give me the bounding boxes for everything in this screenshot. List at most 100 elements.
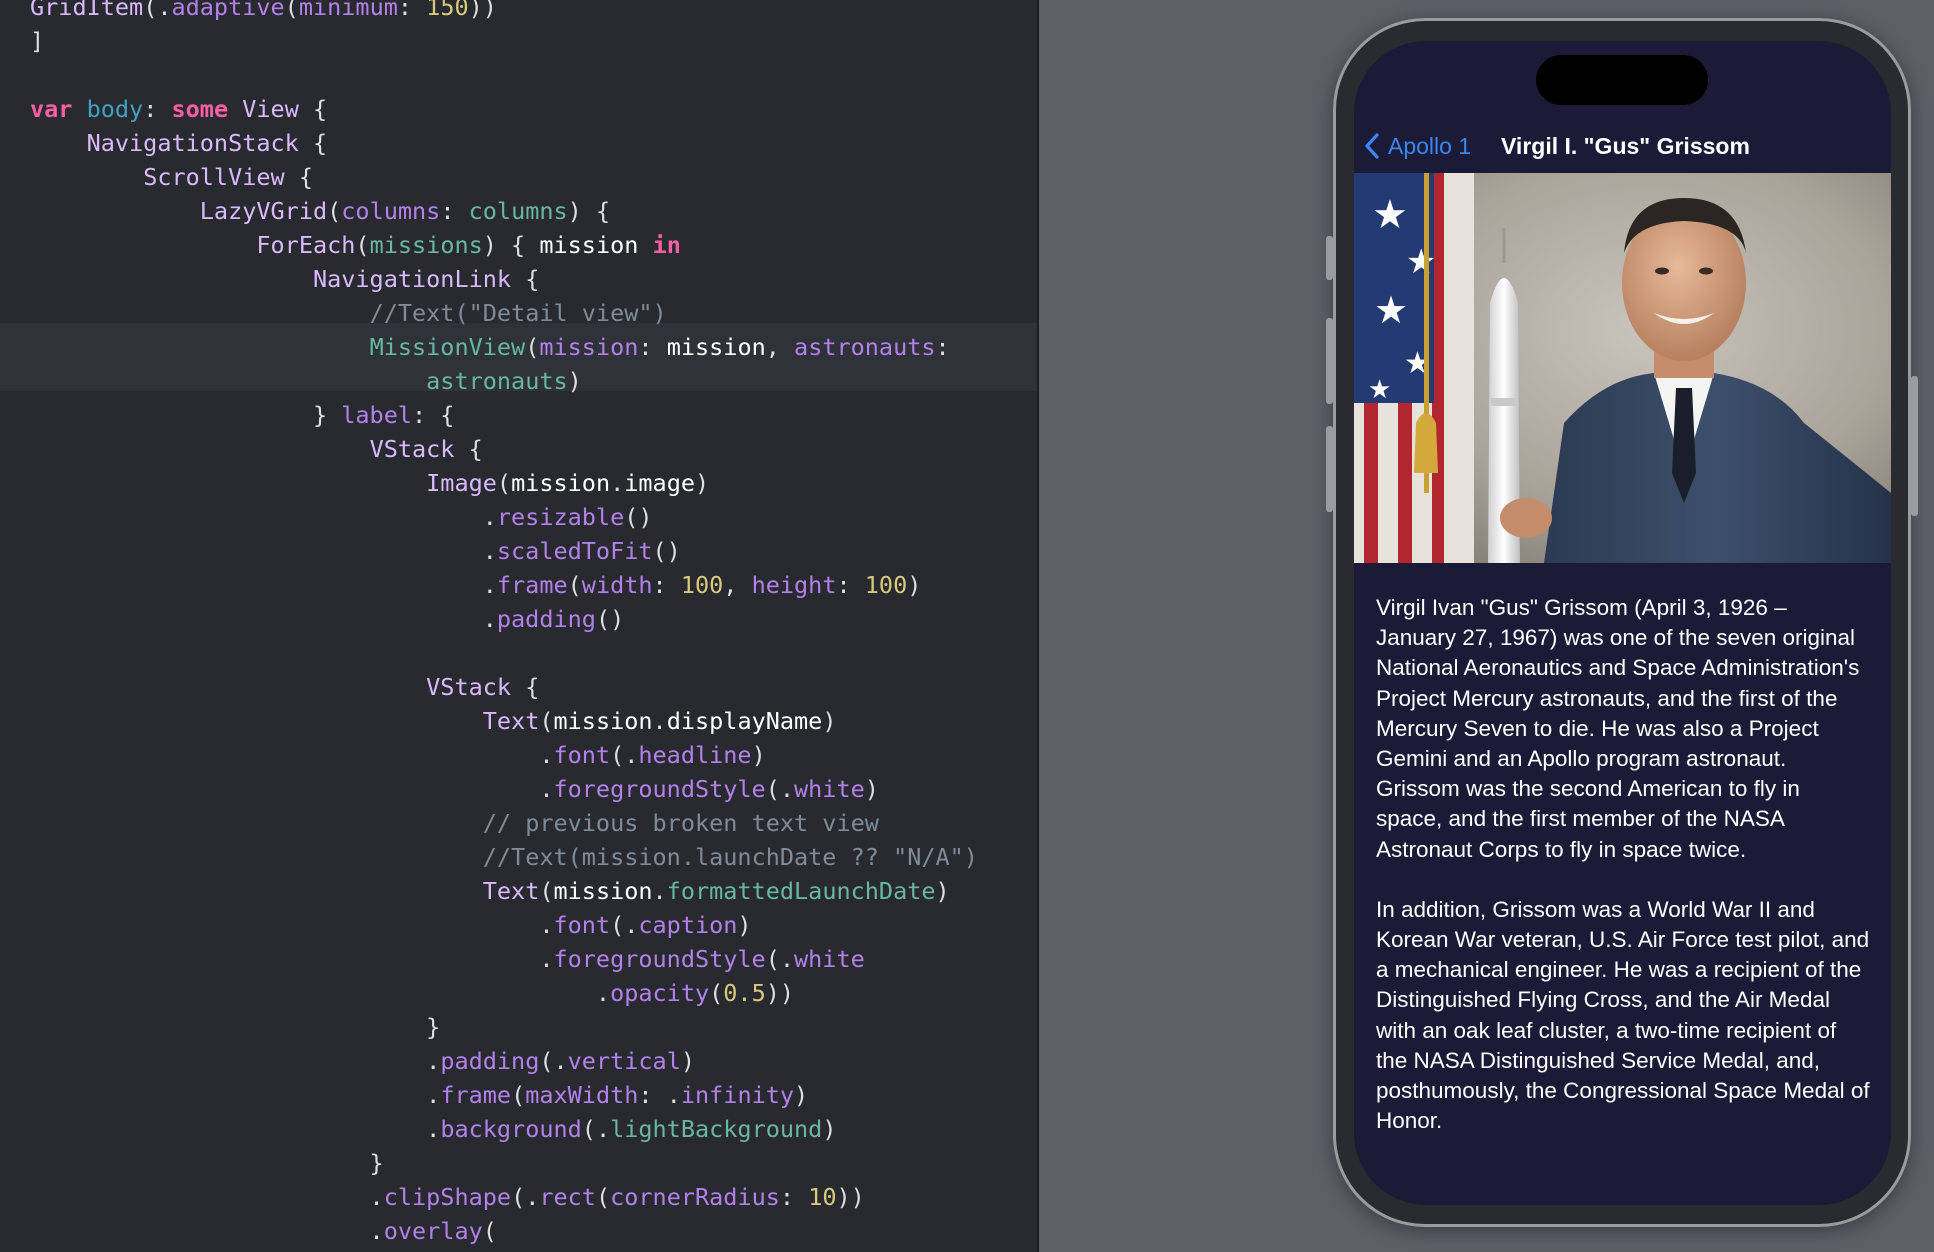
code-line[interactable]: .background(.lightBackground)	[30, 1112, 836, 1146]
code-token: (	[511, 1081, 526, 1109]
code-token: cornerRadius	[610, 1183, 780, 1211]
code-token: (	[327, 197, 342, 225]
volume-down-button[interactable]	[1326, 426, 1333, 512]
code-token: )	[680, 1047, 695, 1075]
code-line[interactable]: .scaledToFit()	[30, 534, 681, 568]
code-token: 10	[808, 1183, 837, 1211]
code-editor[interactable]: GridItem(.adaptive(minimum: 150))] var bo…	[0, 0, 1039, 1252]
code-line[interactable]: ScrollView {	[30, 160, 313, 194]
code-line[interactable]: .font(.caption)	[30, 908, 752, 942]
code-token: :	[638, 333, 667, 361]
code-token: .	[30, 979, 611, 1007]
code-line[interactable]: Image(mission.image)	[30, 466, 709, 500]
code-token: foregroundStyle	[553, 775, 766, 803]
code-token: mission	[539, 231, 639, 259]
code-token: missions	[369, 231, 483, 259]
navigation-bar: Apollo 1 Virgil I. "Gus" Grissom	[1354, 119, 1891, 173]
code-line[interactable]: var body: some View {	[30, 92, 327, 126]
code-line[interactable]: Text(mission.formattedLaunchDate)	[30, 874, 950, 908]
bio-paragraph: In addition, Grissom was a World War II …	[1376, 896, 1870, 1134]
code-token: astronauts	[426, 367, 568, 395]
code-token: ,	[765, 333, 795, 361]
code-line[interactable]: //Text(mission.launchDate ?? "N/A")	[30, 840, 978, 874]
code-token: height	[751, 571, 837, 599]
code-line[interactable]: }	[30, 1010, 440, 1044]
code-token: label	[341, 401, 413, 429]
code-line[interactable]: .clipShape(.rect(cornerRadius: 10))	[30, 1180, 865, 1214]
code-line[interactable]: .padding()	[30, 602, 625, 636]
code-line[interactable]: VStack {	[30, 670, 539, 704]
code-token: View	[242, 95, 299, 123]
code-token: adaptive	[171, 0, 285, 21]
code-token: )	[695, 469, 710, 497]
code-line[interactable]: .frame(maxWidth: .infinity)	[30, 1078, 808, 1112]
code-token: resizable	[496, 503, 625, 531]
code-token: rect	[539, 1183, 596, 1211]
code-line[interactable]: .foregroundStyle(.white)	[30, 772, 879, 806]
code-token: (	[539, 877, 554, 905]
code-line[interactable]: RoundedRectangle(cornerRadius: 10)	[30, 1248, 907, 1252]
code-token: frame	[496, 571, 568, 599]
code-line[interactable]: } label: {	[30, 398, 455, 432]
code-token: (.	[765, 945, 795, 973]
chevron-left-icon	[1365, 133, 1379, 159]
code-line[interactable]: //Text("Detail view")	[30, 296, 667, 330]
code-line[interactable]: GridItem(.adaptive(minimum: 150))	[30, 0, 497, 24]
code-line[interactable]: Text(mission.displayName)	[30, 704, 837, 738]
code-token: (	[709, 979, 724, 1007]
code-line[interactable]: .overlay(	[30, 1214, 497, 1248]
code-line[interactable]: VStack {	[30, 432, 483, 466]
code-line[interactable]: LazyVGrid(columns: columns) {	[30, 194, 610, 228]
action-button[interactable]	[1326, 236, 1333, 280]
code-line[interactable]: NavigationStack {	[30, 126, 328, 160]
nav-title: Virgil I. "Gus" Grissom	[1501, 133, 1750, 159]
code-line[interactable]: // previous broken text view	[30, 806, 879, 840]
code-token: {	[511, 265, 540, 293]
code-line[interactable]: ]	[30, 24, 44, 58]
bio-paragraph: Virgil Ivan "Gus" Grissom (April 3, 1926…	[1376, 595, 1860, 862]
code-token: ()	[624, 503, 653, 531]
code-line[interactable]: astronauts)	[30, 364, 582, 398]
code-line[interactable]: ForEach(missions) { mission in	[30, 228, 680, 262]
code-line[interactable]: MissionView(mission: mission, astronauts…	[30, 330, 950, 364]
code-line[interactable]: .font(.headline)	[30, 738, 766, 772]
code-token: (.	[610, 741, 639, 769]
back-button-label: Apollo 1	[1388, 132, 1472, 159]
code-token: foregroundStyle	[553, 945, 766, 973]
svg-text:★: ★	[1406, 242, 1436, 282]
code-token: .	[30, 503, 497, 531]
code-token: caption	[638, 911, 738, 939]
code-token: :	[779, 1183, 809, 1211]
code-token: 100	[864, 571, 908, 599]
code-token: )	[751, 741, 766, 769]
code-token: mission	[511, 469, 611, 497]
back-button[interactable]: Apollo 1	[1364, 119, 1471, 173]
code-token: .	[30, 911, 554, 939]
simulator-screen[interactable]: Apollo 1 Virgil I. "Gus" Grissom ★ ★ ★ ★…	[1354, 41, 1891, 1205]
code-line[interactable]: .resizable()	[30, 500, 653, 534]
code-line[interactable]: .padding(.vertical)	[30, 1044, 695, 1078]
code-token: (.	[143, 0, 172, 21]
code-line[interactable]: .opacity(0.5))	[30, 976, 794, 1010]
code-token: ) {	[567, 197, 611, 225]
code-token: (	[355, 231, 370, 259]
code-line[interactable]: .foregroundStyle(.white	[30, 942, 864, 976]
power-button[interactable]	[1911, 376, 1918, 516]
code-token: :	[935, 333, 950, 361]
code-line[interactable]: }	[30, 1146, 384, 1180]
code-token: (	[595, 1183, 611, 1211]
code-token: :	[143, 95, 172, 123]
code-token: )	[737, 911, 752, 939]
code-line[interactable]: .frame(width: 100, height: 100)	[30, 568, 922, 602]
volume-up-button[interactable]	[1326, 318, 1333, 404]
code-line[interactable]: NavigationLink {	[30, 262, 539, 296]
code-token: {	[298, 129, 328, 157]
